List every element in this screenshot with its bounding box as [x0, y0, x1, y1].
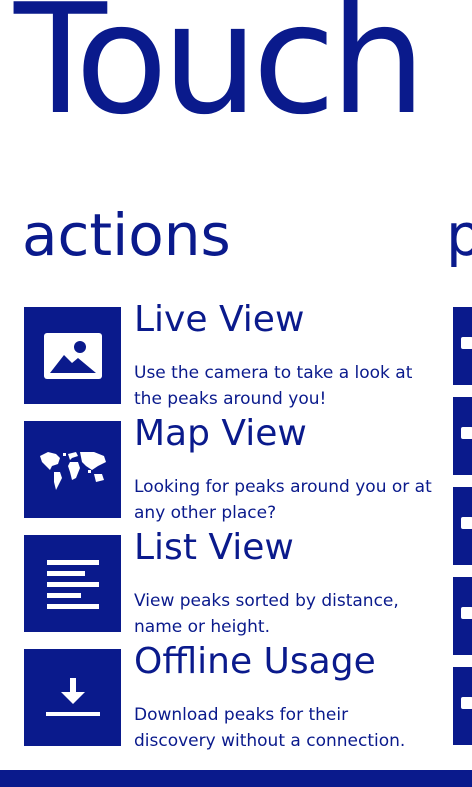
world-map-icon [39, 451, 106, 490]
action-desc-list-view: View peaks sorted by distance, name or h… [134, 591, 399, 637]
action-desc-map-view: Looking for peaks around you or at any o… [134, 477, 432, 523]
next-section-tile[interactable] [453, 397, 472, 475]
picture-icon [43, 332, 102, 379]
partial-icon [461, 697, 472, 709]
tile-offline-usage[interactable] [24, 649, 121, 746]
action-title-offline-usage: Offline Usage [134, 641, 376, 682]
list-icon [46, 559, 99, 609]
partial-icon [461, 427, 472, 439]
action-title-map-view: Map View [134, 413, 307, 454]
action-list: Live View Use the camera to take a look … [24, 299, 432, 763]
tile-live-view[interactable] [24, 307, 121, 404]
action-desc-live-view: Use the camera to take a look at the pea… [134, 363, 413, 409]
action-item-offline-usage[interactable]: Offline Usage Download peaks for their d… [24, 641, 424, 751]
section-header-next[interactable]: p [446, 206, 472, 264]
app-bar[interactable] [0, 770, 472, 787]
next-section-tile[interactable] [453, 577, 472, 655]
hub-title: Touch [14, 0, 426, 148]
tile-list-view[interactable] [24, 535, 121, 632]
partial-icon [461, 607, 472, 619]
action-item-live-view[interactable]: Live View Use the camera to take a look … [24, 299, 424, 409]
next-section-tile[interactable] [453, 307, 472, 385]
action-item-list-view[interactable]: List View View peaks sorted by distance,… [24, 527, 424, 637]
tile-map-view[interactable] [24, 421, 121, 518]
download-icon [45, 677, 100, 716]
action-item-map-view[interactable]: Map View Looking for peaks around you or… [24, 413, 432, 523]
next-section-tile[interactable] [453, 487, 472, 565]
action-title-live-view: Live View [134, 299, 305, 340]
partial-icon [461, 337, 472, 349]
next-section-tile[interactable] [453, 667, 472, 745]
section-header-actions[interactable]: actions [22, 206, 231, 264]
next-section-tiles [453, 307, 472, 757]
partial-icon [461, 517, 472, 529]
action-title-list-view: List View [134, 527, 294, 568]
action-desc-offline-usage: Download peaks for their discovery witho… [134, 705, 406, 751]
